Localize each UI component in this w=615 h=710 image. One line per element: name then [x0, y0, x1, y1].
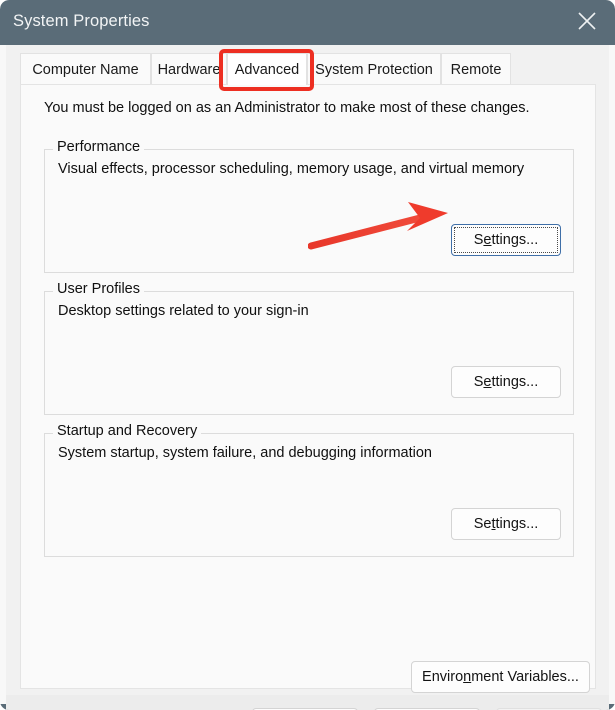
button-label-rest: ttings... — [492, 374, 539, 390]
environment-variables-button[interactable]: Environment Variables... — [411, 661, 590, 693]
window-title: System Properties — [13, 12, 150, 31]
title-bar[interactable]: System Properties — [0, 0, 615, 45]
tab-system-protection[interactable]: System Protection — [307, 53, 441, 85]
performance-group: Performance Visual effects, processor sc… — [44, 149, 574, 273]
button-label-rest: tings... — [496, 516, 539, 532]
tab-hardware[interactable]: Hardware — [151, 53, 227, 85]
tab-advanced[interactable]: Advanced — [227, 53, 307, 85]
startup-recovery-group: Startup and Recovery System startup, sys… — [44, 433, 574, 557]
user-profiles-settings-button[interactable]: Settings... — [451, 366, 561, 398]
startup-recovery-settings-button[interactable]: Settings... — [451, 508, 561, 540]
dialog-client-area: Computer Name Hardware Advanced System P… — [6, 45, 609, 704]
dialog-footer: OK Cancel Apply — [6, 695, 609, 710]
tab-remote[interactable]: Remote — [441, 53, 511, 85]
system-properties-dialog: System Properties Computer Name Hardware… — [0, 0, 615, 710]
button-label-part: S — [474, 232, 484, 248]
tab-strip: Computer Name Hardware Advanced System P… — [6, 53, 609, 85]
button-label-rest: ment Variables... — [471, 669, 579, 685]
button-label-part: Enviro — [422, 669, 463, 685]
performance-settings-button[interactable]: Settings... — [451, 224, 561, 256]
startup-recovery-group-description: System startup, system failure, and debu… — [58, 445, 432, 461]
user-profiles-group-description: Desktop settings related to your sign-in — [58, 303, 309, 319]
button-label-rest: ttings... — [492, 232, 539, 248]
user-profiles-group: User Profiles Desktop settings related t… — [44, 291, 574, 415]
administrator-note: You must be logged on as an Administrato… — [44, 100, 530, 116]
button-accel-char: n — [463, 669, 471, 685]
performance-group-description: Visual effects, processor scheduling, me… — [58, 161, 524, 177]
user-profiles-group-legend: User Profiles — [53, 281, 144, 297]
close-icon[interactable] — [559, 0, 615, 45]
performance-group-legend: Performance — [53, 139, 144, 155]
button-accel-char: e — [483, 232, 491, 248]
button-label-part: S — [474, 374, 484, 390]
button-label-part: Se — [474, 516, 492, 532]
advanced-tab-panel: You must be logged on as an Administrato… — [20, 84, 596, 689]
startup-recovery-group-legend: Startup and Recovery — [53, 423, 201, 439]
tab-computer-name[interactable]: Computer Name — [20, 53, 151, 85]
button-accel-char: e — [483, 374, 491, 390]
